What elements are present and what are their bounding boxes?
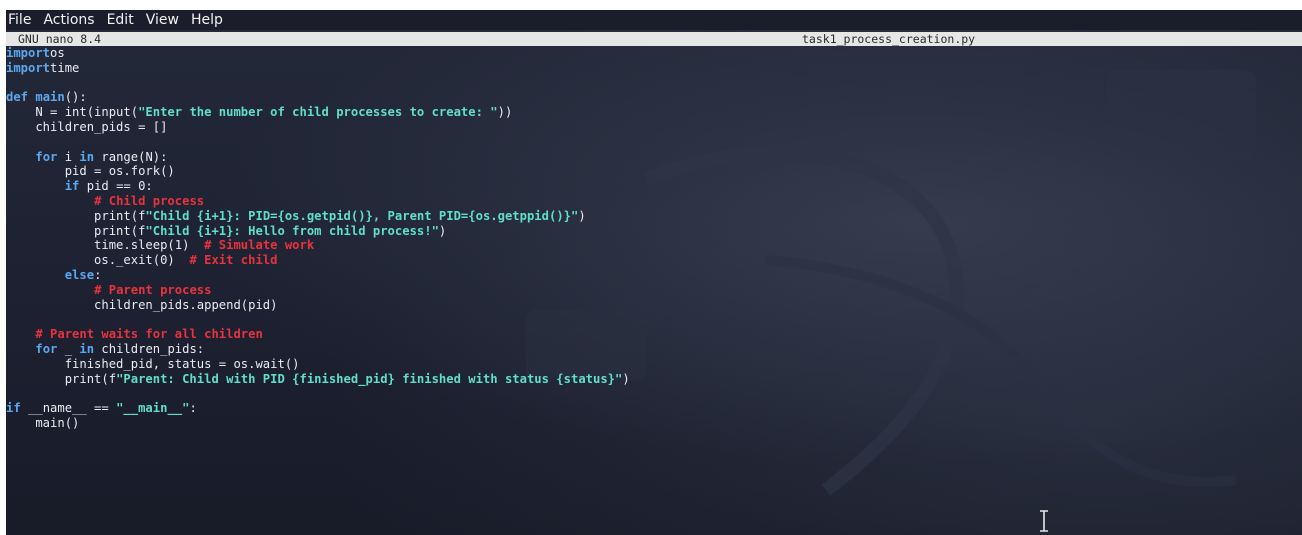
code-token-code: finished_pid, status = os.wait() xyxy=(6,356,300,371)
code-editor[interactable]: importos importtime def main(): N = int(in… xyxy=(6,46,1296,431)
code-token-code xyxy=(6,268,65,282)
code-line: for _ in children_pids: xyxy=(6,342,1296,357)
code-line: # Parent waits for all children xyxy=(6,327,1296,342)
code-token-code: print(f xyxy=(6,223,146,238)
code-token-code: ) xyxy=(438,223,447,238)
terminal-window[interactable]: File Actions Edit View Help GNU nano 8.4 tas… xyxy=(6,10,1302,535)
code-token-string: "Child {i+1}: Hello from child process!" xyxy=(145,223,439,238)
code-line: N = int(input("Enter the number of child… xyxy=(6,105,1296,120)
code-token-keyword: import xyxy=(6,60,51,75)
code-token-string: "Parent: Child with PID {finished_pid} f… xyxy=(116,371,623,386)
code-line: print(f"Parent: Child with PID {finished… xyxy=(6,372,1296,387)
nano-title-bar: GNU nano 8.4 task1_process_creation.py xyxy=(6,32,1302,46)
code-token-code: (): xyxy=(64,90,87,105)
code-line: pid = os.fork() xyxy=(6,164,1296,179)
menu-file[interactable]: File xyxy=(8,10,31,30)
code-line: print(f"Child {i+1}: PID={os.getpid()}, … xyxy=(6,209,1296,224)
menu-bar: File Actions Edit View Help xyxy=(6,10,1302,30)
code-line: main() xyxy=(6,416,1296,431)
code-token-string: "__main__" xyxy=(116,401,190,416)
code-token-code xyxy=(6,283,94,297)
code-token-code xyxy=(6,194,94,208)
i-beam-cursor-icon xyxy=(1040,510,1048,532)
code-token-code xyxy=(6,179,65,193)
code-token-code: os._exit(0) xyxy=(6,253,190,268)
code-line: children_pids = [] xyxy=(6,120,1296,135)
nano-filename: task1_process_creation.py xyxy=(802,32,976,46)
code-token-comment: # Exit child xyxy=(189,253,278,268)
menu-help[interactable]: Help xyxy=(191,10,223,30)
code-token-code xyxy=(6,150,35,164)
code-line: importos xyxy=(6,46,1296,61)
code-line: else: xyxy=(6,268,1296,283)
code-token-code: ) xyxy=(578,208,586,223)
code-token-code: print(f xyxy=(6,208,146,223)
code-token-code xyxy=(6,327,35,341)
menu-actions[interactable]: Actions xyxy=(43,10,94,30)
code-token-keyword: for xyxy=(35,341,58,356)
code-token-code xyxy=(6,342,35,356)
code-line: time.sleep(1) # Simulate work xyxy=(6,238,1296,253)
code-token-keyword: if xyxy=(64,179,80,194)
code-token-code: )) xyxy=(497,105,513,120)
code-token-keyword: in xyxy=(79,341,95,356)
code-token-function-name: main xyxy=(35,90,65,105)
code-token-string: "Enter the number of child processes to … xyxy=(138,105,498,120)
code-line: # Parent process xyxy=(6,283,1296,298)
code-token-code: children_pids: xyxy=(94,341,205,356)
code-token-code: time.sleep(1) xyxy=(6,238,205,253)
menu-edit[interactable]: Edit xyxy=(107,10,134,30)
code-token-code: N = int(input( xyxy=(6,105,139,120)
code-line: importtime xyxy=(6,61,1296,76)
code-token-code: _ xyxy=(57,341,80,356)
code-token-code: children_pids = [] xyxy=(6,119,168,134)
code-token-code: time xyxy=(50,60,80,75)
code-token-code: range(N): xyxy=(94,149,168,164)
code-token-string: "Child {i+1}: PID={os.getpid()}, Parent … xyxy=(145,208,579,223)
code-token-code: __name__ == xyxy=(20,401,117,416)
code-line: children_pids.append(pid) xyxy=(6,298,1296,313)
code-token-keyword: import xyxy=(6,46,51,60)
code-token-keyword: in xyxy=(79,149,95,164)
code-token-code: os xyxy=(50,46,65,60)
code-line: for i in range(N): xyxy=(6,150,1296,165)
code-token-code: ) xyxy=(622,371,630,386)
code-token-comment: # Simulate work xyxy=(204,238,315,253)
code-token-code: main() xyxy=(6,415,80,430)
code-token-comment: # Parent waits for all children xyxy=(35,327,263,342)
menu-view[interactable]: View xyxy=(146,10,179,30)
code-line: os._exit(0) # Exit child xyxy=(6,253,1296,268)
code-token-code: children_pids.append(pid) xyxy=(6,297,278,312)
code-token-code: : xyxy=(189,401,197,416)
code-line: # Child process xyxy=(6,194,1296,209)
code-token-code: print(f xyxy=(6,371,117,386)
code-token-keyword: if xyxy=(6,401,21,416)
code-token-comment: # Child process xyxy=(94,193,205,208)
code-token-comment: # Parent process xyxy=(94,282,212,297)
code-token-keyword: def xyxy=(6,90,29,105)
code-line: finished_pid, status = os.wait() xyxy=(6,357,1296,372)
code-token-code: i xyxy=(57,149,80,164)
code-line: def main(): xyxy=(6,90,1296,105)
code-line: if __name__ == "__main__": xyxy=(6,401,1296,416)
code-token-keyword: else xyxy=(64,267,95,282)
code-token-code: pid = os.fork() xyxy=(6,164,175,179)
code-token-keyword: for xyxy=(35,149,58,164)
code-line: if pid == 0: xyxy=(6,179,1296,194)
code-token-code: pid == 0: xyxy=(79,179,153,194)
nano-version: GNU nano 8.4 xyxy=(18,32,102,46)
code-line: print(f"Child {i+1}: Hello from child pr… xyxy=(6,224,1296,239)
code-token-code: : xyxy=(94,267,102,282)
